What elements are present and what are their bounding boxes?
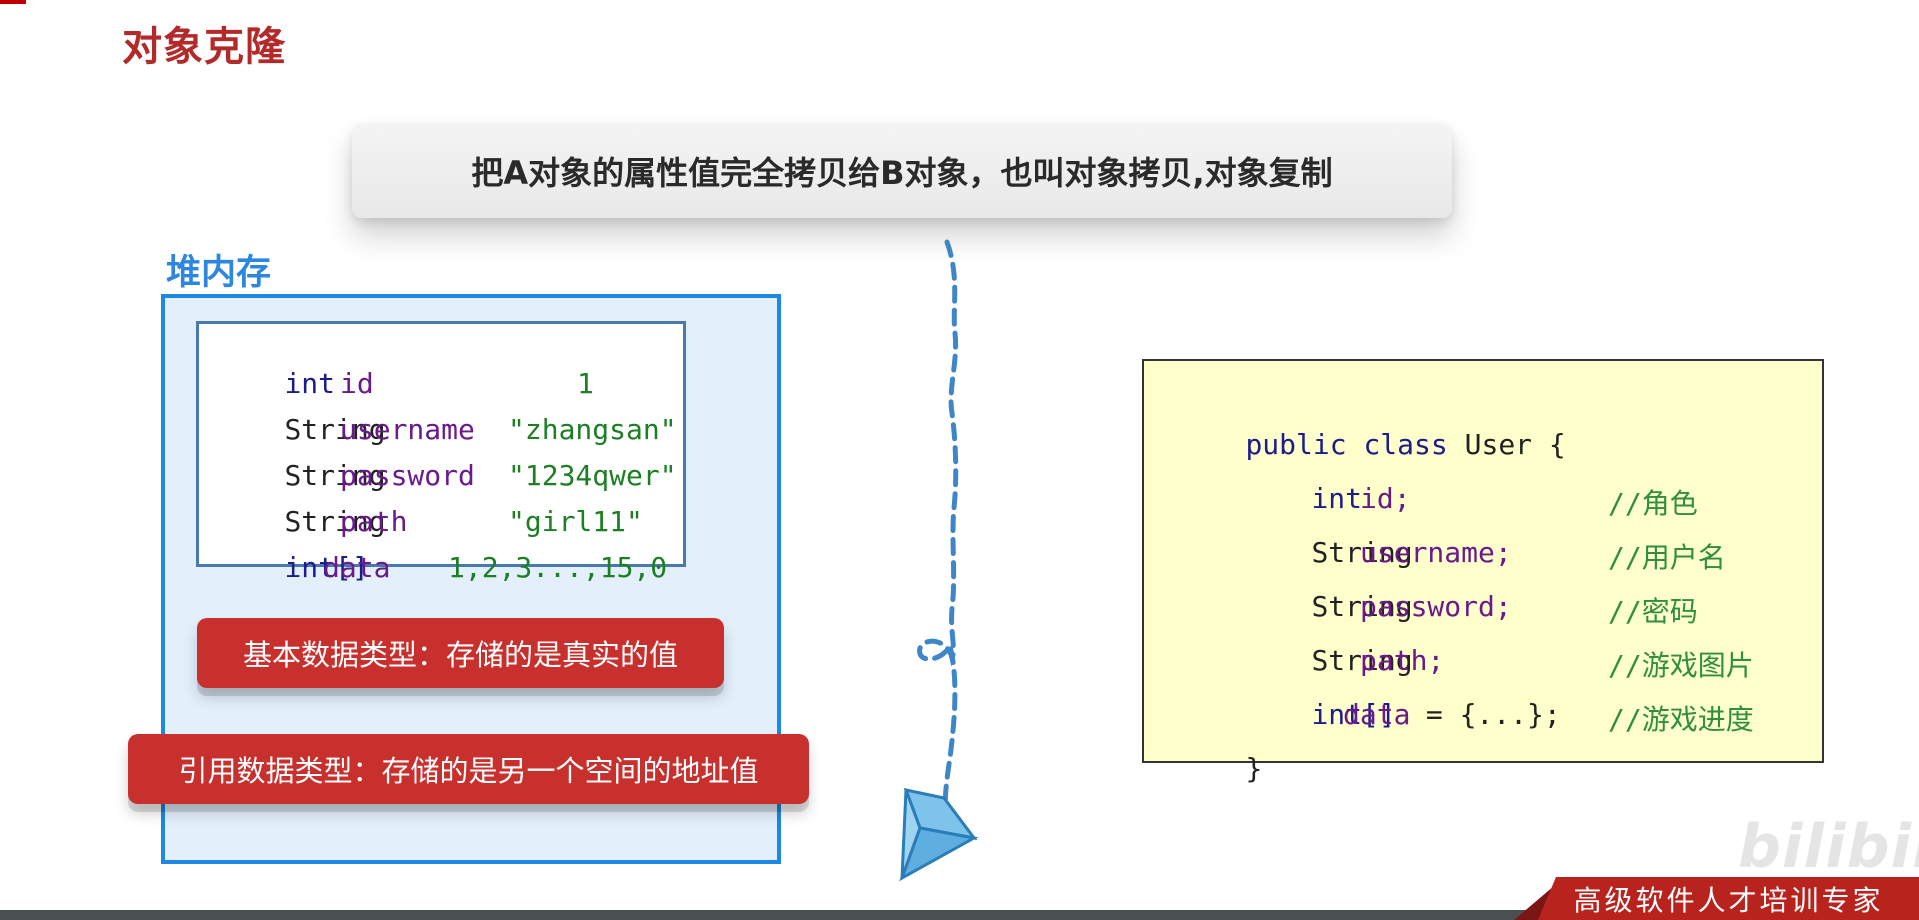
code-comment: //密码	[1608, 595, 1698, 628]
field-value: "girl11"	[508, 505, 643, 538]
field-value: 1,2,3...,15,0	[448, 551, 668, 584]
field-value: "zhangsan"	[508, 413, 677, 446]
code-comment: //角色	[1608, 487, 1698, 520]
definition-banner: 把A对象的属性值完全拷贝给B对象，也叫对象拷贝,对象复制	[352, 124, 1452, 218]
field-name: data	[323, 551, 391, 584]
slide-title: 对象克隆	[122, 24, 286, 70]
code-initializer: = {...};	[1409, 698, 1561, 731]
primitive-type-note: 基本数据类型：存储的是真实的值	[197, 618, 724, 688]
user-class-code: public class User { int id;//角色 String use…	[1142, 359, 1824, 785]
code-line: public class User {	[1178, 395, 1566, 494]
keyword-class: class	[1363, 428, 1448, 461]
closing-brace: }	[1245, 752, 1263, 785]
object-fields-box: int id 1 String username "zhangsan" String pa…	[196, 321, 686, 584]
heap-memory-label: 堆内存	[166, 253, 272, 293]
code-line: }	[1178, 719, 1262, 818]
reference-type-note: 引用数据类型：存储的是另一个空间的地址值	[128, 734, 809, 804]
copy-arrow	[899, 239, 979, 882]
field-value: "1234qwer"	[508, 459, 677, 492]
code-line: int[] data = {...};//游戏进度	[1244, 665, 1753, 764]
footer-tagline: 高级软件人才培训专家	[1538, 877, 1919, 920]
code-comment: //用户名	[1608, 541, 1726, 574]
bilibili-watermark: bilibili	[1738, 812, 1919, 882]
corner-accent	[0, 0, 26, 4]
code-comment: //游戏图片	[1608, 649, 1754, 682]
object-row: int[] data 1,2,3...,15,0	[217, 518, 667, 617]
class-declaration: User {	[1464, 428, 1566, 461]
field-value: 1	[577, 367, 594, 400]
code-comment: //游戏进度	[1608, 703, 1754, 736]
code-field: data	[1343, 698, 1411, 731]
